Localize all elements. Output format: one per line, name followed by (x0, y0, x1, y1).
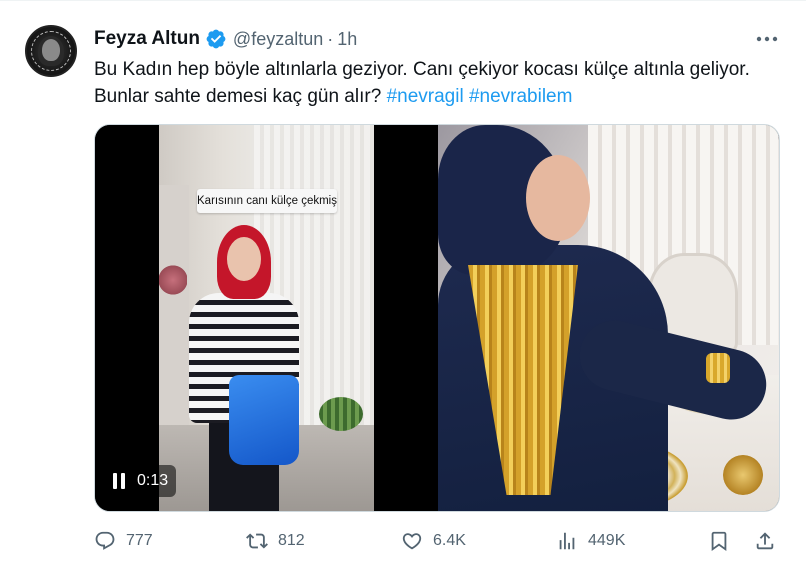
video-controls: 0:13 (105, 465, 177, 497)
watermelon (319, 397, 363, 431)
analytics-icon (559, 532, 575, 550)
blue-bag (229, 375, 299, 465)
retweet-button[interactable]: 812 (246, 527, 305, 555)
verified-badge-icon (206, 29, 226, 49)
handle[interactable]: @feyzaltun (233, 29, 323, 50)
video-caption: Karısının canı külçe çekmiş (197, 189, 337, 213)
video-player[interactable]: Karısının canı külçe çekmiş 0:13 (95, 125, 436, 511)
bookmark-button[interactable] (708, 527, 730, 555)
share-icon (756, 532, 774, 550)
heart-icon (402, 533, 422, 550)
face (227, 237, 261, 281)
video-timestamp: 0:13 (137, 472, 169, 489)
face (526, 155, 590, 241)
pause-icon[interactable] (113, 473, 127, 489)
kitchen-cabinet (159, 185, 189, 425)
hashtag-nevragil[interactable]: #nevragil (387, 86, 464, 107)
separator-dot: · (327, 28, 334, 49)
hashtag-nevrabilem[interactable]: #nevrabilem (469, 86, 573, 107)
retweet-icon (246, 533, 268, 549)
media-photo[interactable] (438, 125, 779, 511)
display-name[interactable]: Feyza Altun (94, 28, 200, 50)
avatar[interactable] (25, 25, 77, 77)
bookmark-icon (711, 531, 727, 552)
views-count: 449K (588, 532, 626, 549)
action-bar: 777 812 6.4K 449K (94, 527, 784, 555)
tweet-header: Feyza Altun @feyzaltun · 1h (94, 27, 357, 51)
tweet[interactable]: Feyza Altun @feyzaltun · 1h Bu Kadın hep… (0, 0, 806, 562)
gold-bracelet (706, 353, 730, 383)
more-options-button[interactable] (755, 29, 779, 49)
like-button[interactable]: 6.4K (401, 527, 466, 555)
share-button[interactable] (754, 527, 776, 555)
reply-icon (95, 531, 115, 550)
like-count: 6.4K (433, 532, 466, 549)
flower-plant (159, 265, 187, 295)
gold-cup (723, 455, 763, 495)
retweet-count: 812 (278, 532, 305, 549)
timestamp[interactable]: 1h (337, 29, 357, 50)
views-button[interactable]: 449K (556, 527, 625, 555)
reply-button[interactable]: 777 (94, 527, 153, 555)
media-grid: Karısının canı külçe çekmiş 0:13 (94, 124, 780, 512)
reply-count: 777 (126, 532, 153, 549)
woman-figure (189, 225, 299, 511)
avatar-ring (31, 31, 71, 71)
tweet-text: Bu Kadın hep böyle altınlarla geziyor. C… (94, 56, 774, 110)
video-frame: Karısının canı külçe çekmiş (159, 125, 374, 511)
more-icon (756, 36, 778, 42)
